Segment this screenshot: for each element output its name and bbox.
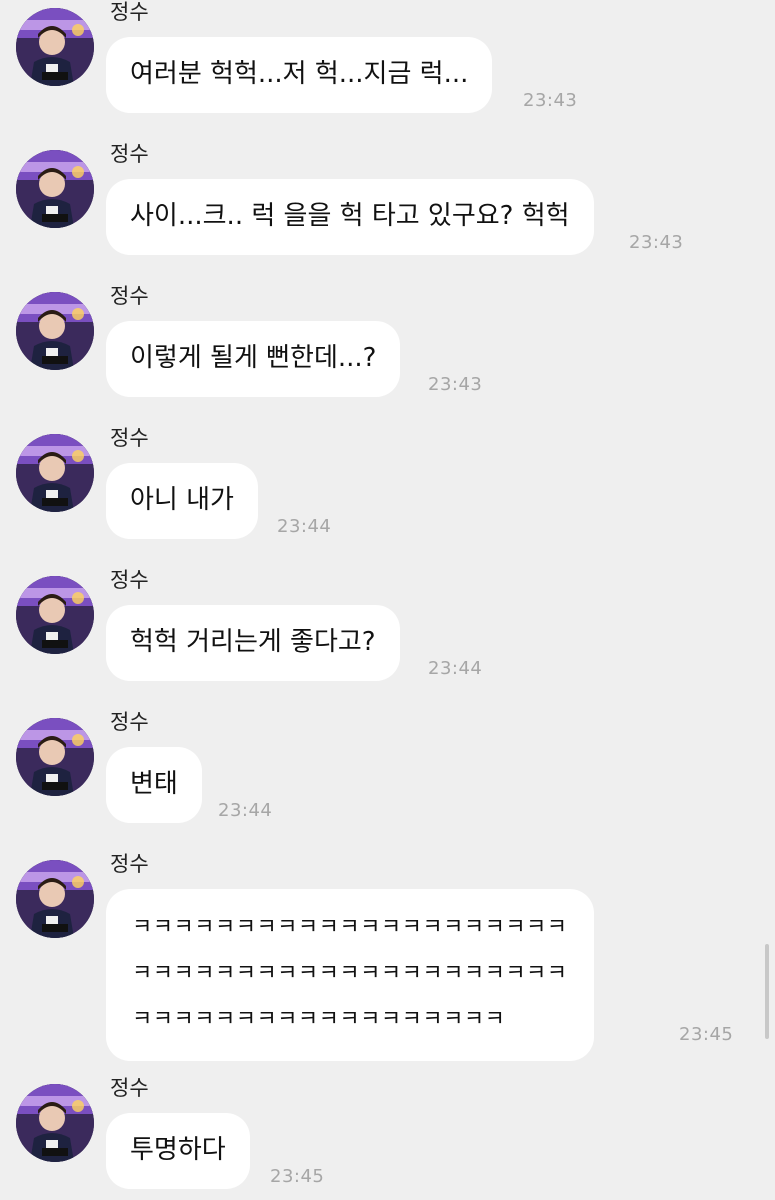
avatar[interactable] bbox=[16, 8, 94, 86]
sender-name: 정수 bbox=[110, 568, 149, 592]
sender-name: 정수 bbox=[110, 1076, 149, 1100]
avatar[interactable] bbox=[16, 860, 94, 938]
timestamp: 23:44 bbox=[277, 516, 332, 537]
avatar[interactable] bbox=[16, 1084, 94, 1162]
timestamp: 23:45 bbox=[679, 1024, 734, 1045]
avatar-photo-icon bbox=[16, 718, 94, 796]
timestamp: 23:43 bbox=[629, 232, 684, 253]
avatar-photo-icon bbox=[16, 860, 94, 938]
sender-name: 정수 bbox=[110, 852, 149, 876]
message-bubble[interactable]: 헉헉 거리는게 좋다고? bbox=[106, 605, 400, 681]
message-bubble[interactable]: 이렇게 될게 뻔한데...? bbox=[106, 321, 401, 397]
avatar-photo-icon bbox=[16, 434, 94, 512]
sender-name: 정수 bbox=[110, 426, 149, 450]
avatar-photo-icon bbox=[16, 8, 94, 86]
sender-name: 정수 bbox=[110, 284, 149, 308]
timestamp: 23:43 bbox=[428, 374, 483, 395]
timestamp: 23:43 bbox=[523, 90, 578, 111]
timestamp: 23:44 bbox=[218, 800, 273, 821]
message-bubble[interactable]: 변태 bbox=[106, 747, 202, 823]
sender-name: 정수 bbox=[110, 142, 149, 166]
message-bubble[interactable]: 사이...크.. 럭 을을 헉 타고 있구요? 헉헉 bbox=[106, 179, 594, 255]
timestamp: 23:44 bbox=[428, 658, 483, 679]
avatar[interactable] bbox=[16, 150, 94, 228]
avatar[interactable] bbox=[16, 576, 94, 654]
scrollbar[interactable] bbox=[765, 944, 769, 1039]
avatar[interactable] bbox=[16, 434, 94, 512]
message-bubble[interactable]: 투명하다 bbox=[106, 1113, 250, 1189]
message-bubble[interactable]: 아니 내가 bbox=[106, 463, 258, 539]
avatar-photo-icon bbox=[16, 150, 94, 228]
chat-view: 정수 여러분 헉헉...저 헉...지금 럭... 23:43 정수 사이...… bbox=[0, 0, 775, 1200]
avatar[interactable] bbox=[16, 292, 94, 370]
avatar-photo-icon bbox=[16, 292, 94, 370]
avatar-photo-icon bbox=[16, 576, 94, 654]
avatar[interactable] bbox=[16, 718, 94, 796]
timestamp: 23:45 bbox=[270, 1166, 325, 1187]
sender-name: 정수 bbox=[110, 710, 149, 734]
avatar-photo-icon bbox=[16, 1084, 94, 1162]
message-bubble[interactable]: 여러분 헉헉...저 헉...지금 럭... bbox=[106, 37, 493, 113]
sender-name: 정수 bbox=[110, 0, 149, 24]
message-bubble[interactable]: ㅋㅋㅋㅋㅋㅋㅋㅋㅋㅋㅋㅋㅋㅋㅋㅋㅋㅋㅋㅋㅋ ㅋㅋㅋㅋㅋㅋㅋㅋㅋㅋㅋㅋㅋㅋㅋㅋㅋㅋ… bbox=[106, 889, 594, 1061]
